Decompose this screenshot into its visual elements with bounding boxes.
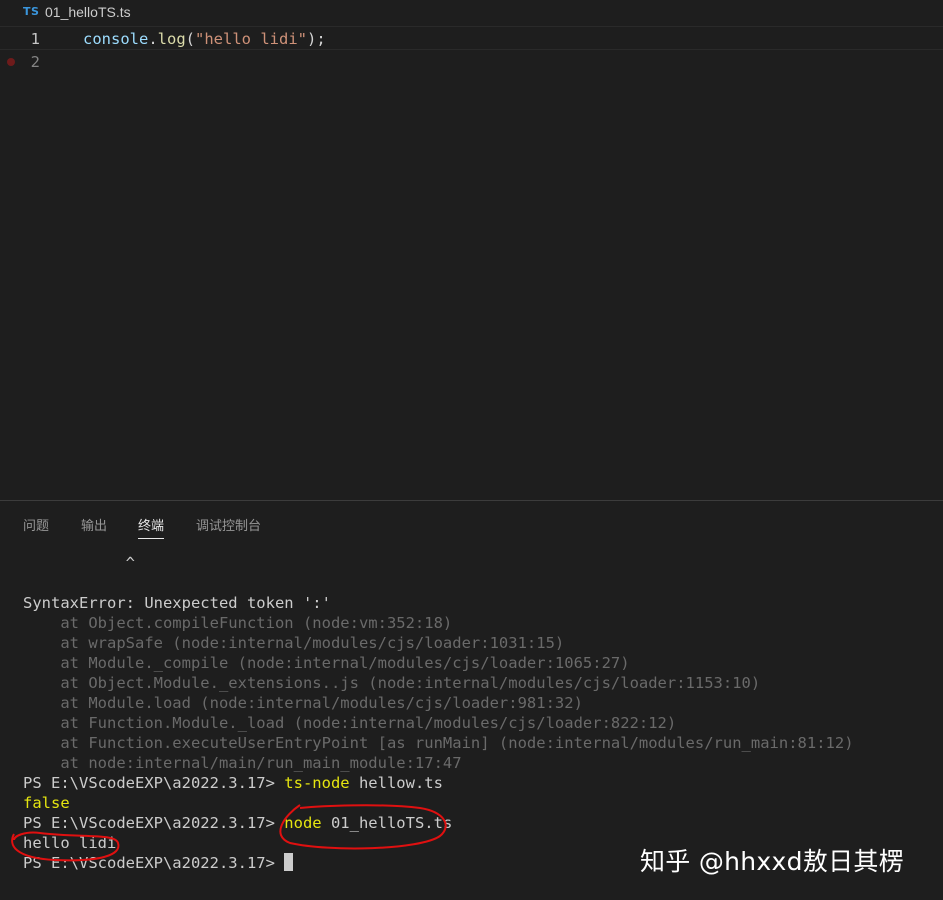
stack-frame: at node:internal/main/run_main_module:17… — [23, 754, 462, 772]
bottom-panel: 问题 输出 终端 调试控制台 ^ SyntaxError: Unexpected… — [0, 500, 943, 900]
stack-frame: at Object.compileFunction (node:vm:352:1… — [23, 614, 453, 632]
line-number: 2 — [30, 53, 40, 71]
terminal[interactable]: ^ SyntaxError: Unexpected token ':' at O… — [23, 553, 938, 873]
code-text: console.log("hello lidi"); — [83, 27, 326, 51]
tab-terminal[interactable]: 终端 — [138, 515, 165, 539]
token-method: log — [157, 30, 186, 48]
terminal-prompt: PS E:\VScodeEXP\a2022.3.17> — [23, 814, 285, 832]
terminal-prompt: PS E:\VScodeEXP\a2022.3.17> — [23, 774, 285, 792]
stack-frame: at Module._compile (node:internal/module… — [23, 654, 630, 672]
code-line-2[interactable]: 2 — [0, 50, 943, 74]
token-open-paren: ( — [185, 30, 196, 48]
stack-frame: at Function.executeUserEntryPoint [as ru… — [23, 734, 854, 752]
command-program: node — [284, 814, 322, 832]
line-number: 1 — [30, 30, 40, 48]
stack-frame: at Function.Module._load (node:internal/… — [23, 714, 677, 732]
terminal-command-line: PS E:\VScodeEXP\a2022.3.17> node 01_hell… — [23, 813, 938, 833]
tab-debug-console[interactable]: 调试控制台 — [196, 515, 261, 538]
stack-frame: at wrapSafe (node:internal/modules/cjs/l… — [23, 634, 565, 652]
command-args: hellow.ts — [349, 774, 443, 792]
terminal-command-line: PS E:\VScodeEXP\a2022.3.17> ts-node hell… — [23, 773, 938, 793]
watermark: 知乎 @hhxxd敖日其楞 — [640, 847, 904, 876]
terminal-output: false — [23, 794, 70, 812]
tab-problems[interactable]: 问题 — [23, 515, 49, 538]
token-object: console — [83, 30, 149, 48]
tab-filename: 01_helloTS.ts — [45, 4, 131, 20]
tab-output[interactable]: 输出 — [81, 515, 107, 538]
terminal-caret-line: ^ — [23, 554, 135, 572]
command-program: ts-node — [284, 774, 350, 792]
token-close: ); — [307, 30, 326, 48]
terminal-cursor — [284, 853, 294, 871]
typescript-file-icon: TS — [23, 5, 40, 18]
token-string: "hello lidi" — [195, 30, 307, 48]
editor-tab-bar: TS 01_helloTS.ts — [0, 0, 943, 24]
token-dot: . — [148, 30, 158, 48]
command-args: 01_helloTS.ts — [321, 814, 453, 832]
stack-frame: at Module.load (node:internal/modules/cj… — [23, 694, 583, 712]
panel-tab-bar: 问题 输出 终端 调试控制台 — [0, 501, 943, 547]
code-line-1[interactable]: 1 console.log("hello lidi"); — [0, 26, 943, 50]
editor-tab-01-hellots[interactable]: TS 01_helloTS.ts — [0, 0, 131, 24]
stack-frame: at Object.Module._extensions..js (node:i… — [23, 674, 761, 692]
terminal-prompt: PS E:\VScodeEXP\a2022.3.17> — [23, 854, 285, 872]
terminal-error-message: SyntaxError: Unexpected token ':' — [23, 594, 331, 612]
code-editor[interactable]: 1 console.log("hello lidi"); 2 — [0, 24, 943, 500]
